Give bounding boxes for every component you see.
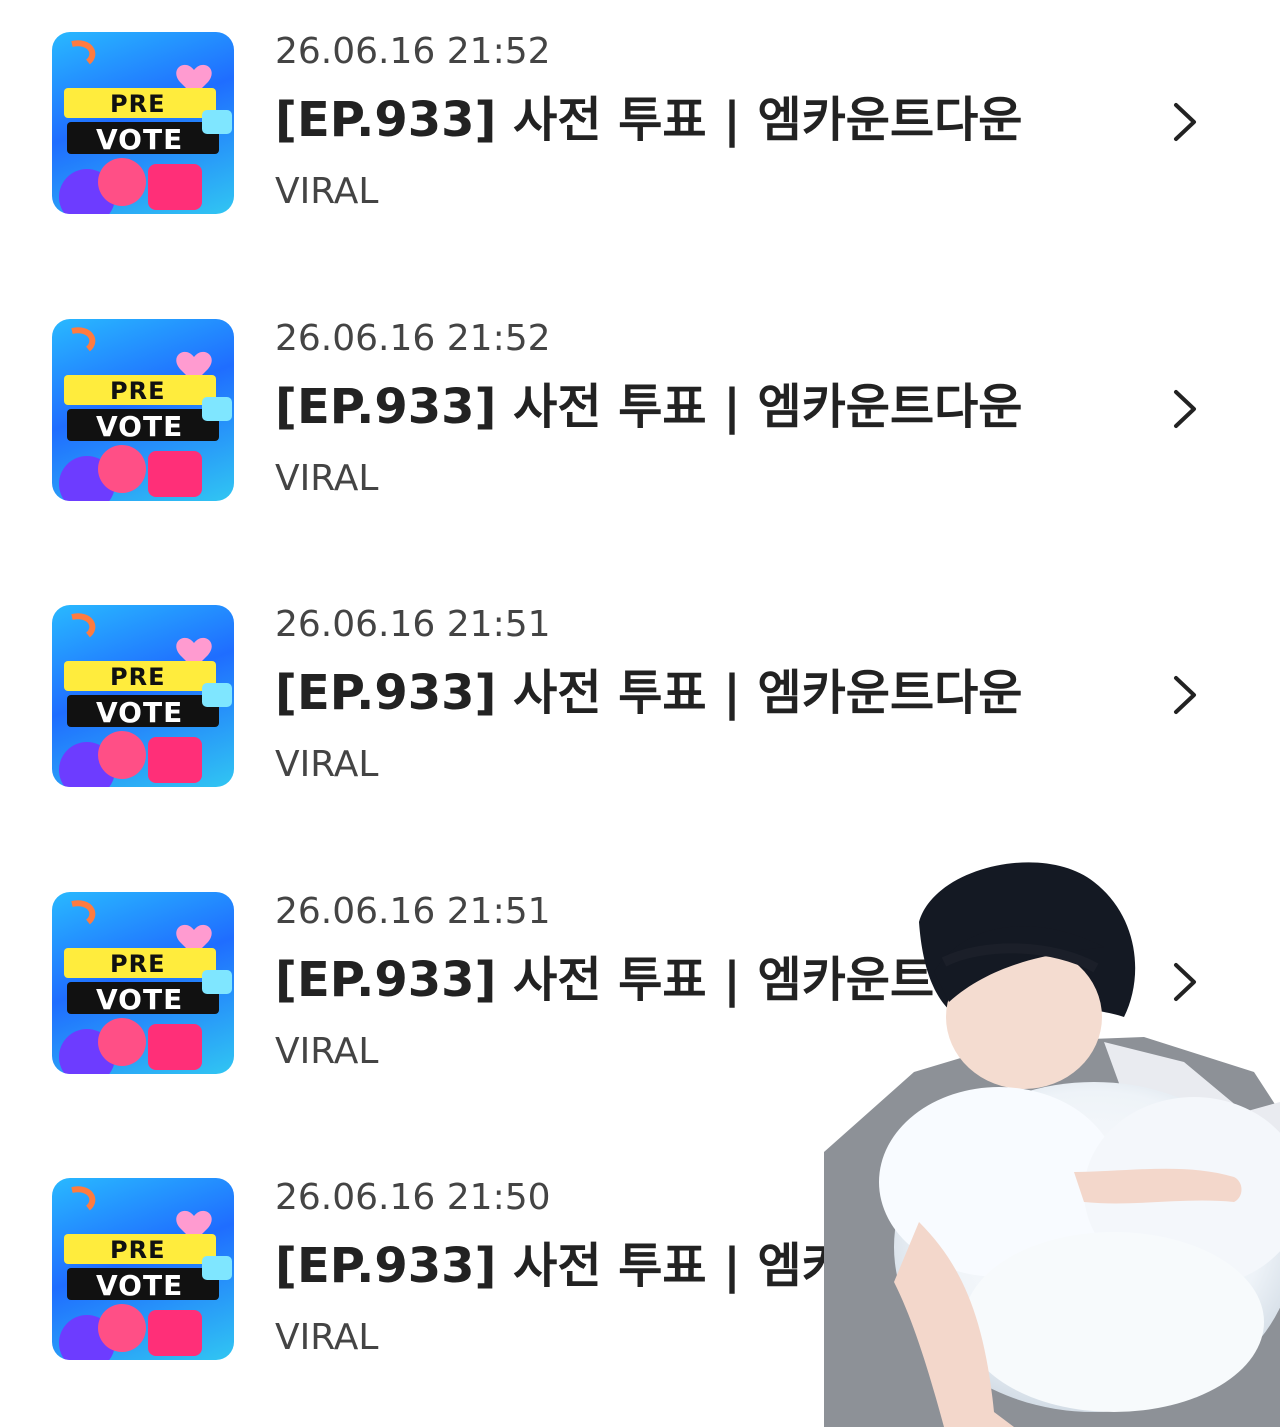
pre-vote-thumbnail: PRE VOTE <box>52 892 234 1074</box>
item-source: VIRAL <box>275 1031 379 1072</box>
item-date: 26.06.16 21:52 <box>275 31 551 72</box>
item-title[interactable]: [EP.933] 사전 투표 | 엠카운트다운 <box>275 379 1022 435</box>
list-item[interactable]: PRE VOTE 26.06.16 21:51 [EP.933] 사전 투표 |… <box>0 573 1280 813</box>
thumbnail-pre-text: PRE <box>110 90 166 118</box>
list-item[interactable]: PRE VOTE 26.06.16 21:52 [EP.933] 사전 투표 |… <box>0 0 1280 240</box>
item-source: VIRAL <box>275 744 379 785</box>
pre-vote-thumbnail: PRE VOTE <box>52 32 234 214</box>
pre-vote-thumbnail: PRE VOTE <box>52 1178 234 1360</box>
thumbnail-pre-text: PRE <box>110 950 166 978</box>
chevron-right-icon[interactable] <box>1166 101 1200 143</box>
item-date: 26.06.16 21:51 <box>275 891 551 932</box>
item-title[interactable]: [EP.933] 사전 투표 | 엠카운트다운 <box>275 665 1022 721</box>
thumbnail-vote-text: VOTE <box>96 983 184 1016</box>
pre-vote-thumbnail: PRE VOTE <box>52 605 234 787</box>
thumbnail-vote-text: VOTE <box>96 410 184 443</box>
item-source: VIRAL <box>275 171 379 212</box>
item-date: 26.06.16 21:50 <box>275 1177 551 1218</box>
chevron-right-icon[interactable] <box>1166 674 1200 716</box>
item-source: VIRAL <box>275 1317 379 1358</box>
thumbnail-pre-text: PRE <box>110 1236 166 1264</box>
thumbnail-pre-text: PRE <box>110 663 166 691</box>
thumbnail-vote-text: VOTE <box>96 1269 184 1302</box>
item-date: 26.06.16 21:52 <box>275 318 551 359</box>
item-date: 26.06.16 21:51 <box>275 604 551 645</box>
list-item[interactable]: PRE VOTE 26.06.16 21:52 [EP.933] 사전 투표 |… <box>0 287 1280 527</box>
person-photo-sticker <box>824 862 1280 1427</box>
thumbnail-pre-text: PRE <box>110 377 166 405</box>
item-title[interactable]: [EP.933] 사전 투표 | 엠카운트다운 <box>275 92 1022 148</box>
thumbnail-vote-text: VOTE <box>96 123 184 156</box>
pre-vote-thumbnail: PRE VOTE <box>52 319 234 501</box>
chevron-right-icon[interactable] <box>1166 388 1200 430</box>
item-source: VIRAL <box>275 458 379 499</box>
thumbnail-vote-text: VOTE <box>96 696 184 729</box>
